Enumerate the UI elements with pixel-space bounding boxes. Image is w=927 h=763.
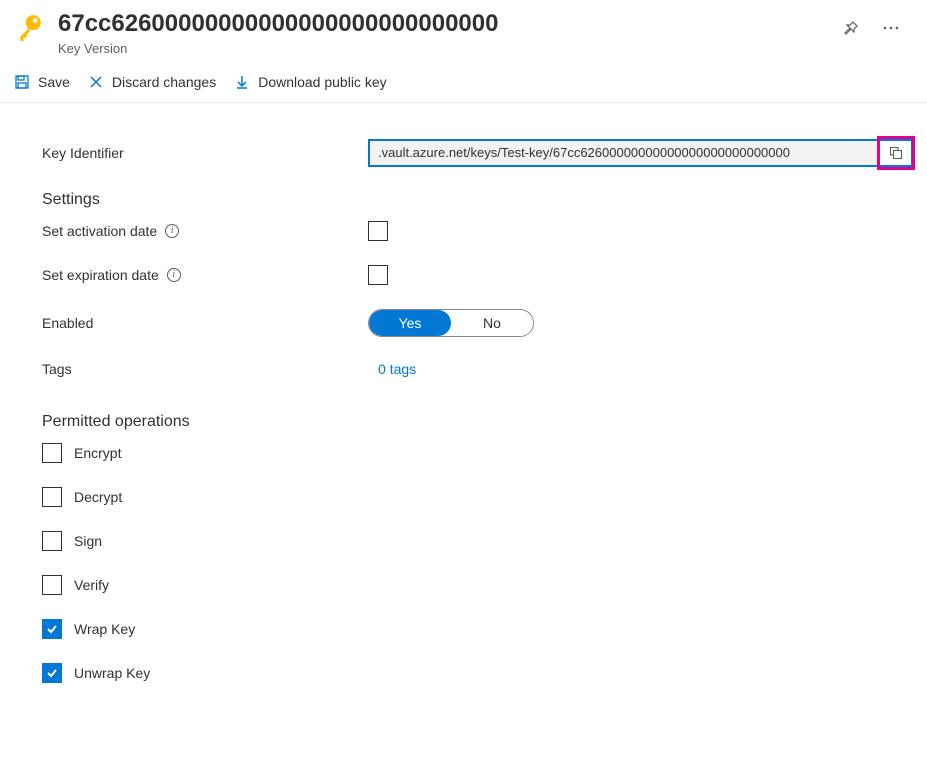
operation-checkbox[interactable] [42, 663, 62, 683]
operation-checkbox[interactable] [42, 575, 62, 595]
operation-row: Sign [42, 531, 913, 551]
key-identifier-input[interactable] [370, 141, 879, 165]
key-identifier-field [368, 139, 913, 167]
updated-row-clipped: Updated [42, 103, 913, 111]
expiration-date-label: Set expiration date [42, 267, 159, 283]
operation-row: Encrypt [42, 443, 913, 463]
more-button[interactable] [879, 16, 903, 40]
toolbar: Save Discard changes Download public key [0, 62, 927, 103]
page-header: 67cc62600000000000000000000000000 Key Ve… [0, 0, 927, 62]
operation-row: Verify [42, 575, 913, 595]
page-subtitle: Key Version [58, 41, 827, 56]
enabled-no-button[interactable]: No [451, 310, 533, 336]
pin-button[interactable] [839, 16, 863, 40]
expiration-date-checkbox[interactable] [368, 265, 388, 285]
operation-row: Unwrap Key [42, 663, 913, 683]
enabled-toggle: Yes No [368, 309, 534, 337]
operation-checkbox[interactable] [42, 619, 62, 639]
page-title: 67cc62600000000000000000000000000 [58, 10, 827, 39]
operation-row: Decrypt [42, 487, 913, 507]
operation-label: Verify [74, 577, 109, 593]
key-icon [14, 10, 46, 46]
info-icon[interactable]: i [165, 224, 179, 238]
operation-label: Unwrap Key [74, 665, 150, 681]
activation-date-checkbox[interactable] [368, 221, 388, 241]
activation-date-label: Set activation date [42, 223, 157, 239]
operation-checkbox[interactable] [42, 443, 62, 463]
operation-row: Wrap Key [42, 619, 913, 639]
download-label: Download public key [258, 74, 386, 90]
download-button[interactable]: Download public key [234, 72, 386, 92]
copy-button[interactable] [879, 141, 911, 165]
operation-label: Wrap Key [74, 621, 135, 637]
save-label: Save [38, 74, 70, 90]
settings-heading: Settings [42, 191, 913, 209]
operation-label: Sign [74, 533, 102, 549]
operation-checkbox[interactable] [42, 531, 62, 551]
save-button[interactable]: Save [14, 72, 70, 92]
operation-label: Decrypt [74, 489, 122, 505]
tags-link[interactable]: 0 tags [378, 361, 416, 377]
info-icon[interactable]: i [167, 268, 181, 282]
key-identifier-label: Key Identifier [42, 145, 368, 161]
enabled-yes-button[interactable]: Yes [369, 310, 451, 336]
permitted-operations-heading: Permitted operations [42, 413, 913, 431]
tags-label: Tags [42, 361, 368, 377]
discard-button[interactable]: Discard changes [88, 72, 216, 92]
operation-checkbox[interactable] [42, 487, 62, 507]
enabled-label: Enabled [42, 315, 368, 331]
discard-label: Discard changes [112, 74, 216, 90]
operation-label: Encrypt [74, 445, 121, 461]
